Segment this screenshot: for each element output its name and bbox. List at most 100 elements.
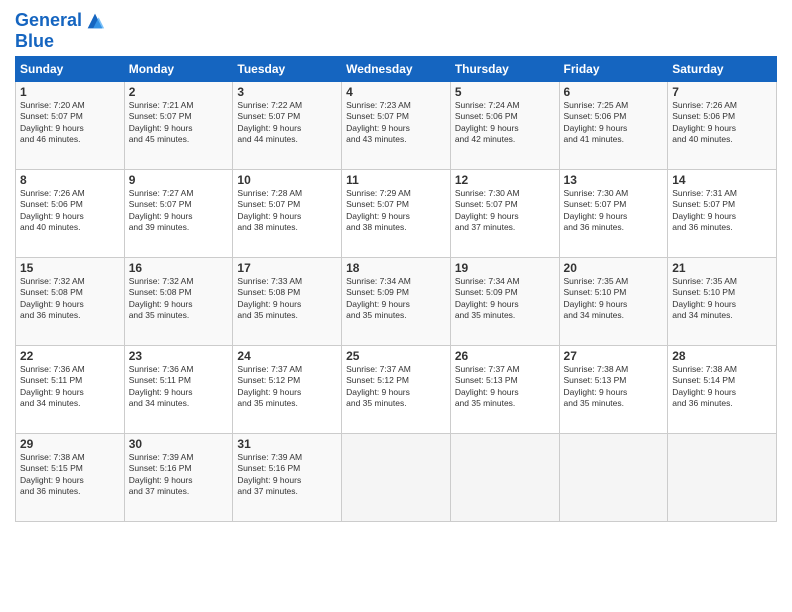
day-number: 13 [564, 173, 664, 187]
day-cell: 31Sunrise: 7:39 AM Sunset: 5:16 PM Dayli… [233, 433, 342, 521]
col-header-saturday: Saturday [668, 56, 777, 81]
day-number: 21 [672, 261, 772, 275]
day-info: Sunrise: 7:26 AM Sunset: 5:06 PM Dayligh… [20, 188, 120, 234]
day-number: 11 [346, 173, 446, 187]
page: General Blue SundayMondayTuesdayWednesda… [0, 0, 792, 612]
day-number: 31 [237, 437, 337, 451]
day-cell: 4Sunrise: 7:23 AM Sunset: 5:07 PM Daylig… [342, 81, 451, 169]
day-cell: 16Sunrise: 7:32 AM Sunset: 5:08 PM Dayli… [124, 257, 233, 345]
day-cell: 12Sunrise: 7:30 AM Sunset: 5:07 PM Dayli… [450, 169, 559, 257]
day-number: 26 [455, 349, 555, 363]
day-cell: 2Sunrise: 7:21 AM Sunset: 5:07 PM Daylig… [124, 81, 233, 169]
header-row: SundayMondayTuesdayWednesdayThursdayFrid… [16, 56, 777, 81]
day-cell: 17Sunrise: 7:33 AM Sunset: 5:08 PM Dayli… [233, 257, 342, 345]
day-cell: 13Sunrise: 7:30 AM Sunset: 5:07 PM Dayli… [559, 169, 668, 257]
day-cell [450, 433, 559, 521]
header: General Blue [15, 10, 777, 52]
logo-icon [84, 10, 106, 32]
day-info: Sunrise: 7:35 AM Sunset: 5:10 PM Dayligh… [564, 276, 664, 322]
day-cell: 11Sunrise: 7:29 AM Sunset: 5:07 PM Dayli… [342, 169, 451, 257]
day-number: 8 [20, 173, 120, 187]
day-info: Sunrise: 7:21 AM Sunset: 5:07 PM Dayligh… [129, 100, 229, 146]
day-cell: 18Sunrise: 7:34 AM Sunset: 5:09 PM Dayli… [342, 257, 451, 345]
day-number: 16 [129, 261, 229, 275]
day-number: 22 [20, 349, 120, 363]
day-info: Sunrise: 7:36 AM Sunset: 5:11 PM Dayligh… [20, 364, 120, 410]
day-cell: 8Sunrise: 7:26 AM Sunset: 5:06 PM Daylig… [16, 169, 125, 257]
day-cell [559, 433, 668, 521]
col-header-monday: Monday [124, 56, 233, 81]
day-info: Sunrise: 7:37 AM Sunset: 5:12 PM Dayligh… [237, 364, 337, 410]
day-number: 10 [237, 173, 337, 187]
day-info: Sunrise: 7:32 AM Sunset: 5:08 PM Dayligh… [129, 276, 229, 322]
week-row-1: 1Sunrise: 7:20 AM Sunset: 5:07 PM Daylig… [16, 81, 777, 169]
day-cell [342, 433, 451, 521]
week-row-4: 22Sunrise: 7:36 AM Sunset: 5:11 PM Dayli… [16, 345, 777, 433]
day-cell: 25Sunrise: 7:37 AM Sunset: 5:12 PM Dayli… [342, 345, 451, 433]
calendar-table: SundayMondayTuesdayWednesdayThursdayFrid… [15, 56, 777, 522]
day-number: 15 [20, 261, 120, 275]
day-info: Sunrise: 7:34 AM Sunset: 5:09 PM Dayligh… [455, 276, 555, 322]
day-info: Sunrise: 7:35 AM Sunset: 5:10 PM Dayligh… [672, 276, 772, 322]
col-header-wednesday: Wednesday [342, 56, 451, 81]
day-info: Sunrise: 7:30 AM Sunset: 5:07 PM Dayligh… [564, 188, 664, 234]
day-cell: 14Sunrise: 7:31 AM Sunset: 5:07 PM Dayli… [668, 169, 777, 257]
day-cell: 29Sunrise: 7:38 AM Sunset: 5:15 PM Dayli… [16, 433, 125, 521]
day-cell [668, 433, 777, 521]
day-number: 30 [129, 437, 229, 451]
logo-text-blue: Blue [15, 32, 54, 52]
day-cell: 24Sunrise: 7:37 AM Sunset: 5:12 PM Dayli… [233, 345, 342, 433]
day-number: 9 [129, 173, 229, 187]
day-info: Sunrise: 7:28 AM Sunset: 5:07 PM Dayligh… [237, 188, 337, 234]
day-cell: 22Sunrise: 7:36 AM Sunset: 5:11 PM Dayli… [16, 345, 125, 433]
day-number: 19 [455, 261, 555, 275]
day-info: Sunrise: 7:38 AM Sunset: 5:15 PM Dayligh… [20, 452, 120, 498]
col-header-thursday: Thursday [450, 56, 559, 81]
day-number: 24 [237, 349, 337, 363]
day-number: 1 [20, 85, 120, 99]
day-info: Sunrise: 7:29 AM Sunset: 5:07 PM Dayligh… [346, 188, 446, 234]
day-info: Sunrise: 7:38 AM Sunset: 5:14 PM Dayligh… [672, 364, 772, 410]
day-cell: 3Sunrise: 7:22 AM Sunset: 5:07 PM Daylig… [233, 81, 342, 169]
day-info: Sunrise: 7:37 AM Sunset: 5:13 PM Dayligh… [455, 364, 555, 410]
week-row-2: 8Sunrise: 7:26 AM Sunset: 5:06 PM Daylig… [16, 169, 777, 257]
day-info: Sunrise: 7:27 AM Sunset: 5:07 PM Dayligh… [129, 188, 229, 234]
day-cell: 15Sunrise: 7:32 AM Sunset: 5:08 PM Dayli… [16, 257, 125, 345]
day-number: 20 [564, 261, 664, 275]
day-cell: 1Sunrise: 7:20 AM Sunset: 5:07 PM Daylig… [16, 81, 125, 169]
day-cell: 20Sunrise: 7:35 AM Sunset: 5:10 PM Dayli… [559, 257, 668, 345]
day-number: 7 [672, 85, 772, 99]
col-header-sunday: Sunday [16, 56, 125, 81]
day-info: Sunrise: 7:30 AM Sunset: 5:07 PM Dayligh… [455, 188, 555, 234]
day-info: Sunrise: 7:32 AM Sunset: 5:08 PM Dayligh… [20, 276, 120, 322]
day-number: 4 [346, 85, 446, 99]
day-info: Sunrise: 7:33 AM Sunset: 5:08 PM Dayligh… [237, 276, 337, 322]
day-cell: 7Sunrise: 7:26 AM Sunset: 5:06 PM Daylig… [668, 81, 777, 169]
day-number: 17 [237, 261, 337, 275]
day-info: Sunrise: 7:20 AM Sunset: 5:07 PM Dayligh… [20, 100, 120, 146]
day-info: Sunrise: 7:36 AM Sunset: 5:11 PM Dayligh… [129, 364, 229, 410]
day-number: 3 [237, 85, 337, 99]
week-row-3: 15Sunrise: 7:32 AM Sunset: 5:08 PM Dayli… [16, 257, 777, 345]
day-cell: 5Sunrise: 7:24 AM Sunset: 5:06 PM Daylig… [450, 81, 559, 169]
day-info: Sunrise: 7:39 AM Sunset: 5:16 PM Dayligh… [129, 452, 229, 498]
day-number: 6 [564, 85, 664, 99]
day-number: 14 [672, 173, 772, 187]
week-row-5: 29Sunrise: 7:38 AM Sunset: 5:15 PM Dayli… [16, 433, 777, 521]
day-info: Sunrise: 7:23 AM Sunset: 5:07 PM Dayligh… [346, 100, 446, 146]
col-header-friday: Friday [559, 56, 668, 81]
day-info: Sunrise: 7:31 AM Sunset: 5:07 PM Dayligh… [672, 188, 772, 234]
day-number: 18 [346, 261, 446, 275]
day-info: Sunrise: 7:39 AM Sunset: 5:16 PM Dayligh… [237, 452, 337, 498]
day-info: Sunrise: 7:37 AM Sunset: 5:12 PM Dayligh… [346, 364, 446, 410]
day-info: Sunrise: 7:24 AM Sunset: 5:06 PM Dayligh… [455, 100, 555, 146]
day-cell: 26Sunrise: 7:37 AM Sunset: 5:13 PM Dayli… [450, 345, 559, 433]
day-cell: 30Sunrise: 7:39 AM Sunset: 5:16 PM Dayli… [124, 433, 233, 521]
logo-text: General [15, 11, 82, 31]
day-cell: 6Sunrise: 7:25 AM Sunset: 5:06 PM Daylig… [559, 81, 668, 169]
day-info: Sunrise: 7:25 AM Sunset: 5:06 PM Dayligh… [564, 100, 664, 146]
day-info: Sunrise: 7:34 AM Sunset: 5:09 PM Dayligh… [346, 276, 446, 322]
logo: General Blue [15, 10, 106, 52]
day-info: Sunrise: 7:38 AM Sunset: 5:13 PM Dayligh… [564, 364, 664, 410]
day-cell: 23Sunrise: 7:36 AM Sunset: 5:11 PM Dayli… [124, 345, 233, 433]
